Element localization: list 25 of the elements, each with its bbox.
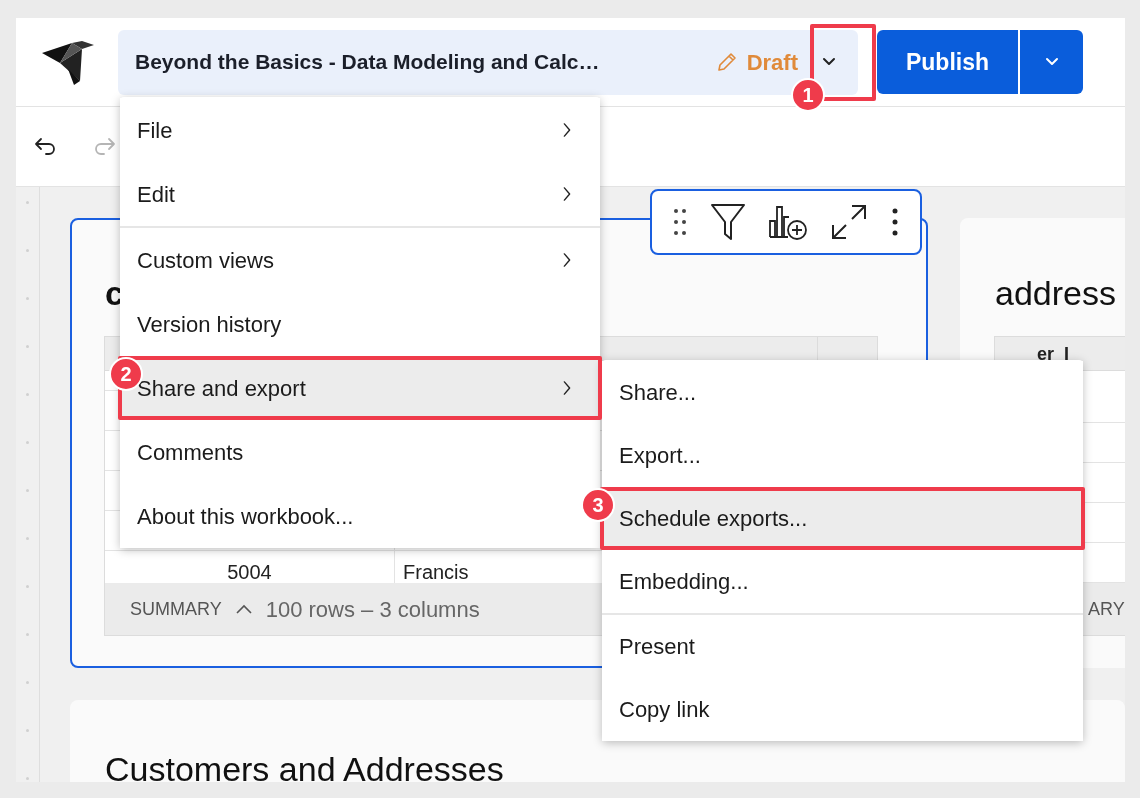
menu-item[interactable]: File xyxy=(120,98,600,162)
menu-item[interactable]: Embedding... xyxy=(602,550,1083,613)
menu-item[interactable]: Comments xyxy=(120,420,600,484)
menu-item[interactable]: Edit xyxy=(120,162,600,226)
summary-label: ARY xyxy=(1088,597,1125,621)
card-title: address xyxy=(995,273,1116,314)
publish-button[interactable]: Publish xyxy=(877,30,1018,94)
filter-icon[interactable] xyxy=(709,203,746,241)
drag-handle-icon[interactable] xyxy=(673,207,688,237)
section-title: Customers and Addresses xyxy=(105,749,505,782)
menu-item[interactable]: Copy link xyxy=(602,678,1083,741)
expand-icon[interactable] xyxy=(830,203,869,241)
menu-item[interactable]: Share... xyxy=(602,361,1083,424)
workbook-title[interactable]: Beyond the Basics - Data Modeling and Calc… xyxy=(135,46,715,78)
menu-item[interactable]: Export... xyxy=(602,424,1083,487)
add-chart-icon[interactable] xyxy=(767,203,808,241)
summary-label: SUMMARY xyxy=(130,597,222,621)
menu-item[interactable]: Present xyxy=(602,615,1083,678)
summary-text: 100 rows – 3 columns xyxy=(265,595,480,624)
menu-item[interactable]: Custom views xyxy=(120,228,600,292)
draft-status: Draft xyxy=(746,48,798,77)
table-cell-text: Francis xyxy=(402,560,470,583)
menu-item[interactable]: Version history xyxy=(120,292,600,356)
more-options-icon[interactable] xyxy=(890,207,899,237)
logo-icon xyxy=(42,39,95,85)
